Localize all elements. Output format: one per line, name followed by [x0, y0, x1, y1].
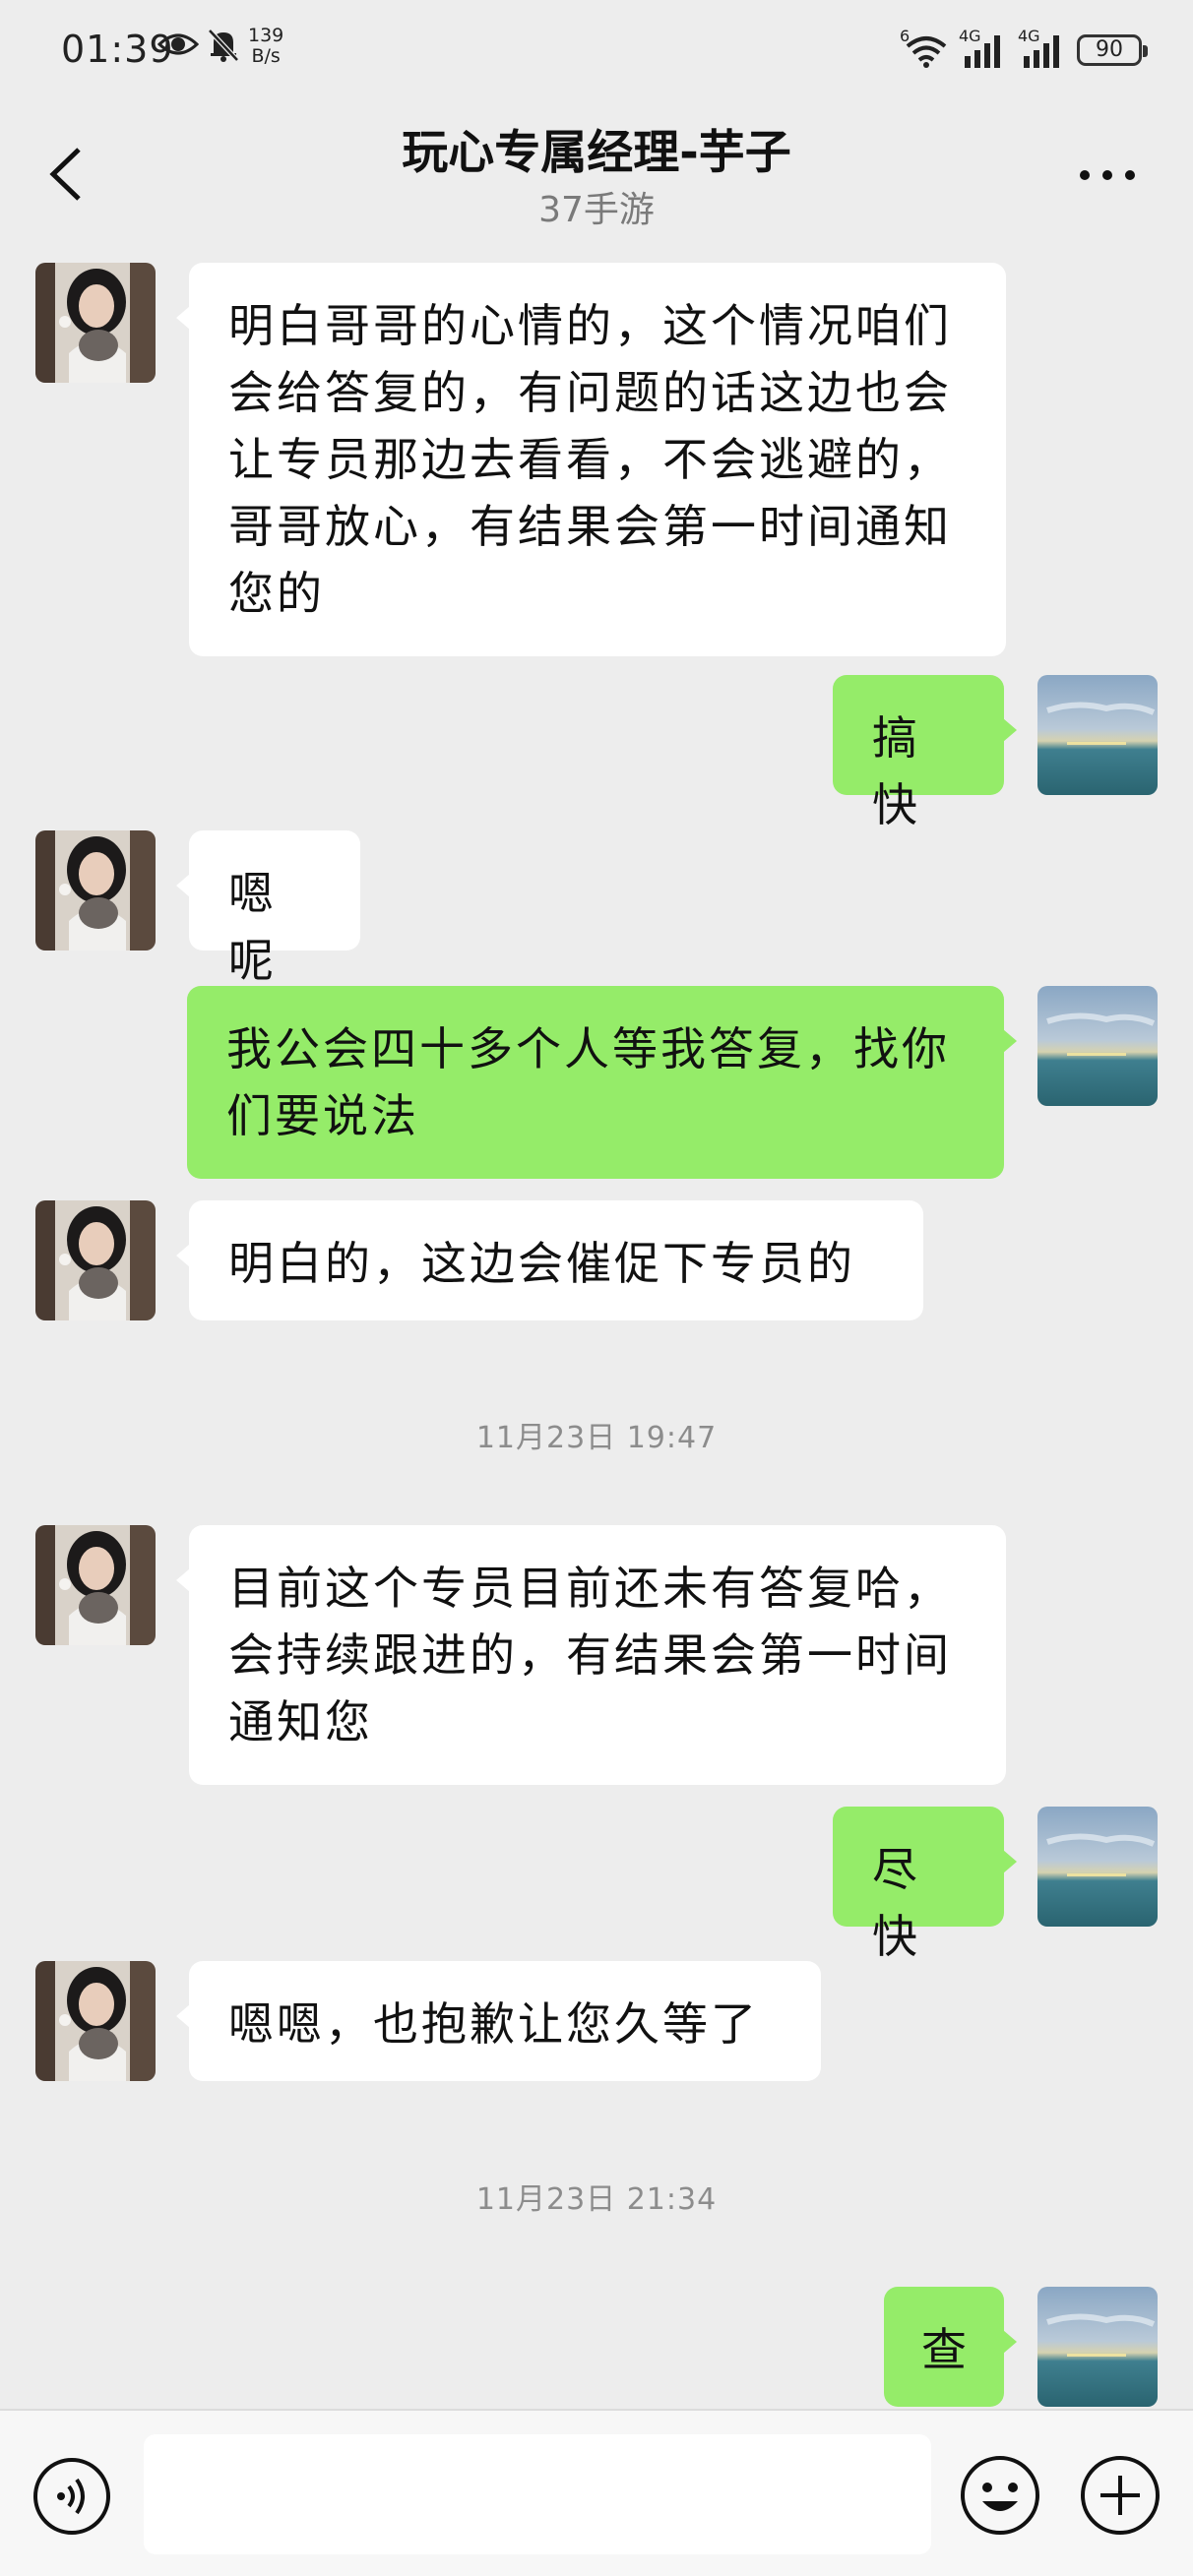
wifi-icon: 6: [900, 27, 949, 70]
contact-avatar[interactable]: [35, 1961, 156, 2081]
signal1-label: 4G: [959, 27, 981, 45]
outgoing-message[interactable]: 我公会四十多个人等我答复，找你们要说法: [187, 986, 1017, 1179]
contact-avatar[interactable]: [35, 1525, 156, 1645]
status-bar: 01:39 139 B/s 6 4G 4G 90: [0, 0, 1193, 98]
incoming-message[interactable]: 目前这个专员目前还未有答复哈，会持续跟进的，有结果会第一时间通知您: [176, 1525, 1006, 1785]
voice-button[interactable]: [31, 2456, 112, 2537]
battery-icon: 90: [1077, 34, 1148, 66]
contact-avatar[interactable]: [35, 1200, 156, 1320]
outgoing-message[interactable]: 搞快: [833, 675, 1017, 831]
incoming-message[interactable]: 嗯呢: [176, 830, 360, 987]
net-speed: 139 B/s: [248, 26, 283, 67]
voice-icon: [33, 2458, 110, 2535]
outgoing-message[interactable]: 尽快: [833, 1807, 1017, 1963]
chat-title: 玩心专属经理-芋子: [402, 126, 791, 180]
net-speed-unit: B/s: [251, 45, 281, 67]
outgoing-message[interactable]: 查: [884, 2287, 1017, 2407]
my-avatar[interactable]: [1037, 986, 1158, 1106]
my-avatar[interactable]: [1037, 675, 1158, 795]
plus-button[interactable]: [1079, 2454, 1162, 2537]
my-avatar[interactable]: [1037, 2287, 1158, 2407]
incoming-message[interactable]: 嗯嗯，也抱歉让您久等了: [176, 1961, 821, 2081]
input-bar: [0, 2409, 1193, 2576]
eye-icon: [157, 30, 200, 63]
wifi-label: 6: [900, 27, 910, 45]
incoming-message[interactable]: 明白哥哥的心情的，这个情况咱们会给答复的，有问题的话这边也会让专员那边去看看，不…: [176, 263, 1006, 656]
more-horizontal-icon: [1080, 170, 1135, 180]
chat-subtitle: 37手游: [538, 190, 655, 230]
my-avatar[interactable]: [1037, 1807, 1158, 1927]
signal-icon-2: 4G: [1018, 27, 1067, 70]
emoji-button[interactable]: [959, 2454, 1041, 2537]
time-stamp: 11月23日 21:34: [475, 2182, 718, 2217]
muted-bell-icon: [207, 28, 240, 67]
signal-icon-1: 4G: [959, 27, 1008, 70]
status-right: 6 4G 4G 90: [900, 26, 1148, 75]
emoji-icon: [961, 2456, 1039, 2535]
contact-avatar[interactable]: [35, 263, 156, 383]
more-button[interactable]: [1073, 157, 1142, 193]
incoming-message[interactable]: 明白的，这边会催促下专员的: [176, 1200, 923, 1320]
time-stamp: 11月23日 19:47: [475, 1421, 718, 1455]
plus-icon: [1081, 2456, 1160, 2535]
signal2-label: 4G: [1018, 27, 1040, 45]
net-speed-value: 139: [248, 25, 284, 46]
contact-avatar[interactable]: [35, 830, 156, 951]
message-input[interactable]: [144, 2434, 931, 2554]
